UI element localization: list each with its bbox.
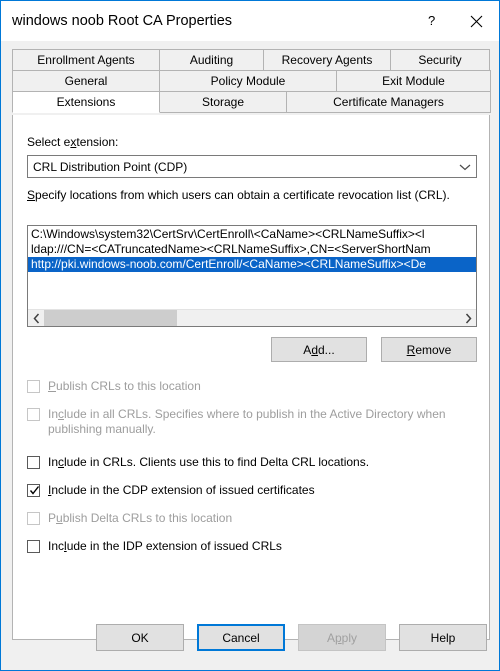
add-button-post: d... — [318, 342, 335, 357]
checkbox-label-post: lude in CRLs. Clients use this to find D… — [64, 455, 370, 469]
select-extension-label-post: tension: — [76, 135, 119, 149]
checkbox-box[interactable] — [27, 484, 40, 497]
apply-button-accel: p — [334, 630, 342, 645]
checkbox-label: Include in CRLs. Clients use this to fin… — [40, 455, 369, 470]
checkbox-label-pre: In — [48, 455, 59, 469]
checkbox-label: Publish CRLs to this location — [40, 379, 201, 394]
checkbox-include-in-all-crls: Include in all CRLs. Specifies where to … — [27, 407, 467, 437]
checkbox-label: Include in all CRLs. Specifies where to … — [40, 407, 467, 437]
apply-button-pre: A — [326, 630, 335, 645]
list-item[interactable]: ldap:///CN=<CATruncatedName><CRLNameSuff… — [28, 242, 476, 257]
checkbox-label-pre: Inc — [48, 539, 65, 553]
checkbox-label: Publish Delta CRLs to this location — [40, 511, 232, 526]
remove-button-post: emove — [415, 342, 452, 357]
tab-recovery-agents[interactable]: Recovery Agents — [263, 49, 391, 71]
tab-storage[interactable]: Storage — [159, 91, 287, 113]
checkbox-include-cdp-extension[interactable]: Include in the CDP extension of issued c… — [27, 483, 467, 498]
tab-row-1: Enrollment Agents Auditing Recovery Agen… — [12, 49, 490, 71]
chevron-left-icon[interactable] — [28, 310, 44, 326]
checkbox-label-post: ude in the IDP extension of issued CRLs — [66, 539, 282, 553]
ok-button[interactable]: OK — [96, 624, 184, 651]
add-button-accel: d — [311, 342, 318, 357]
locations-list: C:\Windows\system32\CertSrv\CertEnroll\<… — [28, 226, 476, 309]
remove-button-accel: R — [406, 342, 416, 357]
chevron-down-icon — [454, 163, 476, 171]
tab-certificate-managers[interactable]: Certificate Managers — [286, 91, 491, 113]
extensions-tab-page: Select extension: CRL Distribution Point… — [12, 115, 490, 640]
dialog-body: Enrollment Agents Auditing Recovery Agen… — [1, 41, 499, 670]
close-icon[interactable] — [454, 1, 499, 41]
checkbox-label-accel: u — [56, 511, 63, 525]
locations-listbox[interactable]: C:\Windows\system32\CertSrv\CertEnroll\<… — [27, 225, 477, 327]
tab-exit-module[interactable]: Exit Module — [336, 70, 491, 92]
extension-dropdown[interactable]: CRL Distribution Point (CDP) — [27, 155, 477, 178]
checkbox-label-post: blish Delta CRLs to this location — [62, 511, 233, 525]
checkbox-box — [27, 512, 40, 525]
checkbox-publish-delta-crls: Publish Delta CRLs to this location — [27, 511, 467, 526]
extension-dropdown-value: CRL Distribution Point (CDP) — [33, 159, 188, 174]
description-text: pecify locations from which users can ob… — [35, 188, 450, 202]
help-question-icon[interactable]: ? — [409, 1, 454, 41]
checkmark-icon — [29, 486, 40, 495]
tab-auditing[interactable]: Auditing — [159, 49, 264, 71]
checkbox-box — [27, 380, 40, 393]
checkbox-label-accel: P — [48, 379, 57, 393]
ca-properties-dialog: windows noob Root CA Properties ? Enroll… — [0, 0, 500, 671]
dialog-footer: OK Cancel Ap ply Help — [1, 608, 499, 670]
apply-button-post: ply — [341, 630, 358, 645]
checkbox-publish-crls: Publish CRLs to this location — [27, 379, 467, 394]
add-button-pre: A — [303, 342, 312, 357]
extension-description: Specify locations from which users can o… — [27, 187, 479, 203]
checkbox-label-pre: P — [48, 511, 57, 525]
description-accel: S — [27, 188, 36, 202]
checkbox-label-post: lude in all CRLs. Specifies where to pub… — [48, 407, 446, 436]
checkbox-box — [27, 408, 40, 421]
list-item[interactable]: C:\Windows\system32\CertSrv\CertEnroll\<… — [28, 227, 476, 242]
tab-security[interactable]: Security — [390, 49, 490, 71]
checkbox-include-in-crls-delta[interactable]: Include in CRLs. Clients use this to fin… — [27, 455, 467, 470]
horizontal-scrollbar[interactable] — [28, 309, 476, 326]
tab-strip: Enrollment Agents Auditing Recovery Agen… — [12, 49, 491, 113]
tab-general[interactable]: General — [12, 70, 160, 92]
apply-button: Ap ply — [298, 624, 386, 651]
checkbox-label-pre: In — [48, 407, 59, 421]
checkbox-box[interactable] — [27, 540, 40, 553]
tab-enrollment-agents[interactable]: Enrollment Agents — [12, 49, 160, 71]
checkbox-label-post: ublish CRLs to this location — [56, 379, 201, 393]
chevron-right-icon[interactable] — [460, 310, 476, 326]
svg-text:?: ? — [428, 13, 435, 28]
scrollbar-thumb[interactable] — [44, 310, 177, 326]
select-extension-label-pre: Select e — [27, 135, 71, 149]
checkbox-include-idp-extension[interactable]: Include in the IDP extension of issued C… — [27, 539, 467, 554]
add-button[interactable]: Ad d... — [271, 337, 367, 362]
tab-row-3: Extensions Storage Certificate Managers — [12, 91, 491, 113]
scrollbar-track[interactable] — [44, 310, 460, 326]
tab-row-2: General Policy Module Exit Module — [12, 70, 491, 92]
cancel-button[interactable]: Cancel — [197, 624, 285, 651]
remove-button[interactable]: Remove — [381, 337, 477, 362]
title-bar: windows noob Root CA Properties ? — [1, 1, 499, 41]
list-item[interactable]: http://pki.windows-noob.com/CertEnroll/<… — [28, 257, 476, 272]
checkbox-label: Include in the IDP extension of issued C… — [40, 539, 282, 554]
tab-policy-module[interactable]: Policy Module — [159, 70, 337, 92]
select-extension-label: Select extension: — [27, 135, 118, 149]
checkbox-label: Include in the CDP extension of issued c… — [40, 483, 315, 498]
help-button[interactable]: Help — [399, 624, 487, 651]
tab-extensions[interactable]: Extensions — [12, 91, 160, 113]
window-title: windows noob Root CA Properties — [12, 13, 233, 29]
checkbox-box[interactable] — [27, 456, 40, 469]
checkbox-label-post: nclude in the CDP extension of issued ce… — [51, 483, 315, 497]
